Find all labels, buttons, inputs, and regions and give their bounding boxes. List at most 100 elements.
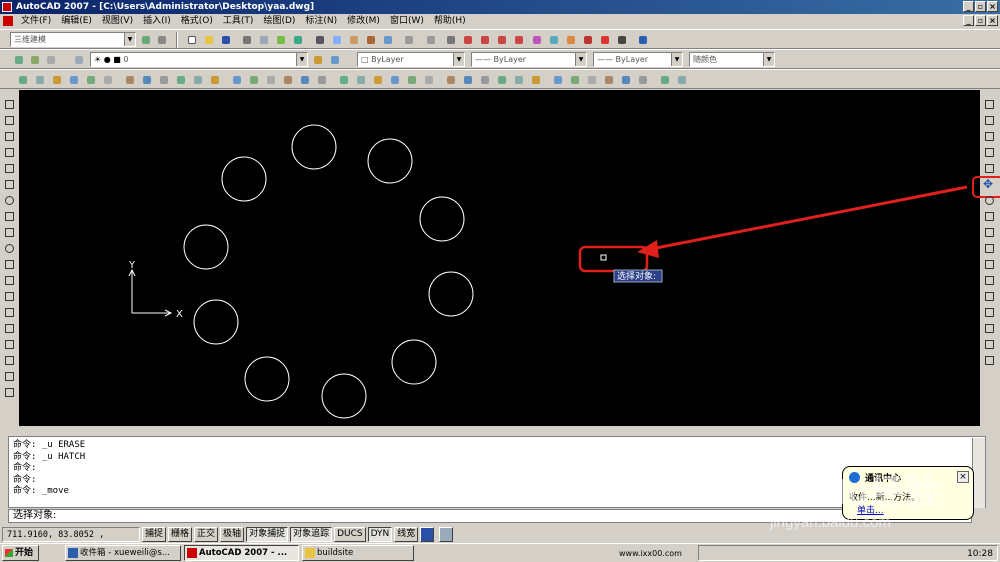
- chevron-down-icon[interactable]: ▼: [296, 53, 307, 66]
- camera-icon[interactable]: [422, 73, 436, 87]
- doc-restore-button[interactable]: ▫: [975, 15, 986, 26]
- make-layer-current-icon[interactable]: [311, 53, 325, 67]
- sweep-icon[interactable]: [208, 73, 222, 87]
- sw-iso-view-icon[interactable]: [636, 73, 650, 87]
- layout-icon[interactable]: [439, 526, 454, 542]
- task-buildsite[interactable]: buildsite: [302, 545, 414, 561]
- menu-draw[interactable]: 绘图(D): [258, 15, 300, 28]
- slice-icon[interactable]: [315, 73, 329, 87]
- sphere-icon[interactable]: [67, 73, 81, 87]
- polar-toggle[interactable]: 极轴: [220, 526, 245, 542]
- box-icon[interactable]: [16, 73, 30, 87]
- calculator-icon[interactable]: [615, 33, 629, 47]
- workspace-settings-icon[interactable]: [139, 33, 153, 47]
- intersect-icon[interactable]: [298, 73, 312, 87]
- linetype-select[interactable]: —— ByLayer ▼: [471, 52, 587, 67]
- layer-previous-icon[interactable]: [328, 53, 342, 67]
- make-block-icon[interactable]: [3, 290, 16, 303]
- circle-9[interactable]: [244, 356, 290, 402]
- ducs-toggle[interactable]: DUCS: [334, 526, 366, 542]
- extend-icon[interactable]: [983, 258, 996, 271]
- pan-3d-icon[interactable]: [585, 73, 599, 87]
- region-icon[interactable]: [3, 354, 16, 367]
- markup-icon[interactable]: [598, 33, 612, 47]
- materials-icon[interactable]: [675, 73, 689, 87]
- snap-toggle[interactable]: 捕捉: [142, 526, 167, 542]
- workspace-save-icon[interactable]: [155, 33, 169, 47]
- offset-icon[interactable]: [983, 146, 996, 159]
- circle-4[interactable]: [419, 196, 465, 242]
- wedge-icon[interactable]: [33, 73, 47, 87]
- union-icon[interactable]: [264, 73, 278, 87]
- layer-select[interactable]: ☀ ● ■ 0 ▼: [90, 52, 308, 67]
- line-icon[interactable]: [3, 98, 16, 111]
- multiline-text-icon[interactable]: [3, 386, 16, 399]
- chevron-down-icon[interactable]: ▼: [671, 53, 682, 66]
- torus-icon[interactable]: [101, 73, 115, 87]
- publish-icon[interactable]: [274, 33, 288, 47]
- dyn-toggle[interactable]: DYN: [367, 526, 393, 542]
- cut-icon[interactable]: [313, 33, 327, 47]
- grid-toggle[interactable]: 栅格: [168, 526, 193, 542]
- circle-6[interactable]: [428, 271, 474, 317]
- close-button[interactable]: ×: [987, 1, 998, 12]
- extrude-icon[interactable]: [174, 73, 188, 87]
- menu-format[interactable]: 格式(O): [176, 15, 218, 28]
- 3d-move-icon[interactable]: [354, 73, 368, 87]
- loft-icon[interactable]: [247, 73, 261, 87]
- menu-file[interactable]: 文件(F): [16, 15, 56, 28]
- polyline-icon[interactable]: [3, 130, 16, 143]
- construction-line-icon[interactable]: [3, 114, 16, 127]
- circle-3[interactable]: [221, 156, 267, 202]
- continuous-orbit-icon[interactable]: [512, 73, 526, 87]
- chevron-down-icon[interactable]: ▼: [124, 33, 135, 46]
- tool-palettes-icon[interactable]: [564, 33, 578, 47]
- workspace-select[interactable]: 三维建模 ▼: [10, 32, 136, 47]
- help-icon[interactable]: [636, 33, 650, 47]
- planar-surface-icon[interactable]: [157, 73, 171, 87]
- circle-icon[interactable]: [3, 194, 16, 207]
- zoom-window-icon[interactable]: [478, 33, 492, 47]
- move-icon[interactable]: ✥: [983, 178, 996, 191]
- section-plane-icon[interactable]: [337, 73, 351, 87]
- menu-insert[interactable]: 插入(I): [138, 15, 176, 28]
- otrack-toggle[interactable]: 对象追踪: [290, 526, 333, 542]
- design-center-icon[interactable]: [547, 33, 561, 47]
- explode-icon[interactable]: [983, 354, 996, 367]
- chevron-down-icon[interactable]: ▼: [763, 53, 774, 66]
- osnap-toggle[interactable]: 对象捕捉: [246, 526, 289, 542]
- sheet-set-icon[interactable]: [581, 33, 595, 47]
- open-file-icon[interactable]: [202, 33, 216, 47]
- orbit-icon[interactable]: [478, 73, 492, 87]
- copy-object-icon[interactable]: [983, 114, 996, 127]
- hatch-icon[interactable]: [3, 322, 16, 335]
- trim-icon[interactable]: [983, 242, 996, 255]
- pyramid-icon[interactable]: [123, 73, 137, 87]
- lights-icon[interactable]: [658, 73, 672, 87]
- ellipse-arc-icon[interactable]: [3, 258, 16, 271]
- match-properties-icon[interactable]: [364, 33, 378, 47]
- scale-icon[interactable]: [983, 210, 996, 223]
- break-icon[interactable]: [983, 290, 996, 303]
- cylinder-icon[interactable]: [84, 73, 98, 87]
- color-select[interactable]: □ ByLayer ▼: [357, 52, 465, 67]
- visual-style-icon[interactable]: [12, 53, 26, 67]
- block-editor-icon[interactable]: [381, 33, 395, 47]
- plot-preview-icon[interactable]: [257, 33, 271, 47]
- copy-icon[interactable]: [330, 33, 344, 47]
- circle-1[interactable]: [291, 124, 337, 170]
- drawing-canvas[interactable]: Y X 选择对象:: [19, 90, 980, 426]
- visual-style-3-icon[interactable]: [44, 53, 58, 67]
- 3d-array-icon[interactable]: [405, 73, 419, 87]
- stretch-icon[interactable]: [983, 226, 996, 239]
- zoom-3d-icon[interactable]: [568, 73, 582, 87]
- array-icon[interactable]: [983, 162, 996, 175]
- presspull-icon[interactable]: [191, 73, 205, 87]
- ortho-toggle[interactable]: 正交: [194, 526, 219, 542]
- circle-2[interactable]: [367, 138, 413, 184]
- properties-icon[interactable]: [530, 33, 544, 47]
- circle-5[interactable]: [183, 224, 229, 270]
- model-icon[interactable]: [420, 526, 435, 542]
- menu-edit[interactable]: 编辑(E): [56, 15, 97, 28]
- layer-manager-icon[interactable]: [72, 53, 86, 67]
